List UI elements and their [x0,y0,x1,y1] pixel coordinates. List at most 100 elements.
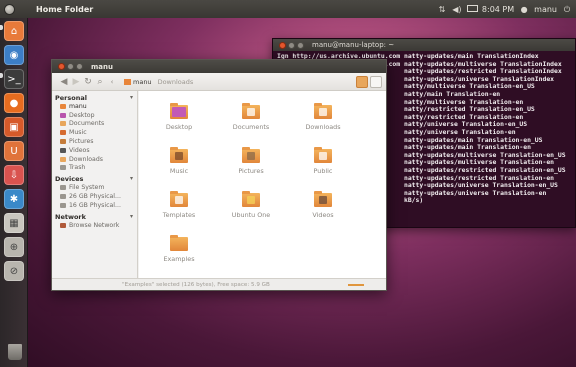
network-updown-icon[interactable]: ⇅ [437,5,447,14]
sidebar-item-label: 16 GB Physical... [69,201,121,209]
maximize-button[interactable] [76,63,83,70]
dash-home-icon[interactable]: ⌂ [4,21,24,41]
icon-view-button[interactable] [356,76,368,88]
clock[interactable]: 8:04 PM [482,5,514,14]
running-pip [0,73,3,78]
list-view-button[interactable] [370,76,382,88]
mail-icon[interactable] [466,4,478,14]
file-item-public[interactable]: Public [293,147,353,175]
view-switcher [356,76,382,88]
file-item-videos[interactable]: Videos [293,191,353,219]
place-icon [60,194,66,200]
file-item-downloads[interactable]: Downloads [293,103,353,131]
personal-heading: Personal ▾ [55,94,133,102]
indicator-area: ⇅ ◀) 8:04 PM ● manu ⏻ [437,0,572,18]
breadcrumb-downloads[interactable]: Downloads [158,78,194,86]
file-item-documents[interactable]: Documents [221,103,281,131]
location-toggle-icon[interactable]: ‹ [106,76,118,88]
breadcrumb-home[interactable]: manu [124,78,152,86]
sidebar-item-file-system[interactable]: File System [52,183,137,192]
folder-icon [242,103,260,119]
file-item-examples[interactable]: Examples [149,235,209,263]
volume-icon[interactable]: ◀) [452,5,462,14]
place-icon [60,103,66,109]
user-icon: ● [520,4,528,14]
dash-button[interactable] [0,0,18,18]
network-manager-icon[interactable]: ✱ [4,189,24,209]
sidebar-item-documents[interactable]: Documents [52,120,137,129]
file-item-label: Documents [232,123,270,131]
collapse-icon[interactable]: ▾ [130,94,133,101]
close-button[interactable] [279,41,286,49]
running-pip [0,25,3,30]
minimize-button[interactable] [67,63,74,70]
window-title: manu [91,62,113,71]
collapse-icon[interactable]: ▾ [130,213,133,220]
minimize-button[interactable] [288,41,295,49]
photos-icon[interactable]: ▣ [4,117,24,137]
sidebar-item-label: Pictures [69,138,94,146]
terminal-titlebar[interactable]: manu@manu-laptop: ~ [273,39,575,51]
sidebar-item-videos[interactable]: Videos [52,146,137,155]
file-item-label: Desktop [165,123,193,131]
update-manager-icon[interactable]: ⇩ [4,165,24,185]
sidebar-item-label: Music [69,129,87,137]
sidebar-item-label: Downloads [69,155,103,163]
trash-icon[interactable] [8,344,22,360]
folder-icon [314,103,332,119]
file-manager-titlebar[interactable]: manu [52,60,386,73]
folder-emblem-icon [247,196,255,204]
sidebar-item-16-gb-physical[interactable]: 16 GB Physical... [52,201,137,210]
sidebar-item-manu[interactable]: manu [52,102,137,111]
folder-emblem-icon [175,196,183,204]
workspaces-icon[interactable]: ▦ [4,213,24,233]
network-heading: Network ▾ [55,212,133,221]
sidebar-item-label: Trash [69,164,86,172]
place-icon [60,112,66,118]
place-icon [60,222,66,228]
firefox-icon[interactable]: ● [4,93,24,113]
folder-icon [242,147,260,163]
sidebar-item-browse-network[interactable]: Browse Network [52,221,137,230]
forward-arrow-icon[interactable]: ▶ [70,76,82,88]
file-manager-window: manu ◀ ▶ ↻ ⌕ ‹ manu Downloads Personal ▾… [51,59,387,291]
folder-icon [314,191,332,207]
terminal-icon[interactable]: >_ [4,69,24,89]
collapse-icon[interactable]: ▾ [130,175,133,182]
file-item-music[interactable]: Music [149,147,209,175]
file-item-label: Examples [163,255,195,263]
place-icon [60,139,66,145]
maximize-button[interactable] [297,41,304,49]
zoom-slider[interactable] [348,284,364,286]
sidebar-item-label: Browse Network [69,221,120,229]
reload-icon[interactable]: ↻ [82,76,94,88]
sidebar-item-label: manu [69,102,87,110]
file-item-templates[interactable]: Templates [149,191,209,219]
places-sidebar: Personal ▾ manu Desktop Documents Music Pict… [52,91,138,278]
software-center-icon[interactable]: U [4,141,24,161]
sidebar-item-pictures[interactable]: Pictures [52,137,137,146]
status-bar: "Examples" selected (126 bytes), Free sp… [52,278,386,290]
sidebar-item-label: Videos [69,146,90,154]
sidebar-item-music[interactable]: Music [52,128,137,137]
back-arrow-icon[interactable]: ◀ [58,76,70,88]
power-icon[interactable]: ⏻ [562,5,572,14]
search-icon[interactable]: ⌕ [94,76,106,88]
sidebar-item-downloads[interactable]: Downloads [52,155,137,164]
folder-icon [170,103,188,119]
place-icon [60,147,66,153]
web-browser-icon[interactable]: ◉ [4,45,24,65]
file-item-pictures[interactable]: Pictures [221,147,281,175]
file-view[interactable]: Desktop Documents Downloads Music Pictures Pu… [139,91,386,278]
sidebar-item-label: Desktop [69,111,95,119]
applications-lens-icon[interactable]: ⊕ [4,237,24,257]
files-lens-icon[interactable]: ⊘ [4,261,24,281]
sidebar-item-26-gb-physical[interactable]: 26 GB Physical... [52,192,137,201]
user-name[interactable]: manu [534,5,557,14]
sidebar-item-desktop[interactable]: Desktop [52,111,137,120]
close-button[interactable] [58,63,65,70]
file-item-ubuntu-one[interactable]: Ubuntu One [221,191,281,219]
sidebar-item-trash[interactable]: Trash [52,164,137,173]
file-item-desktop[interactable]: Desktop [149,103,209,131]
file-item-label: Ubuntu One [231,211,271,219]
